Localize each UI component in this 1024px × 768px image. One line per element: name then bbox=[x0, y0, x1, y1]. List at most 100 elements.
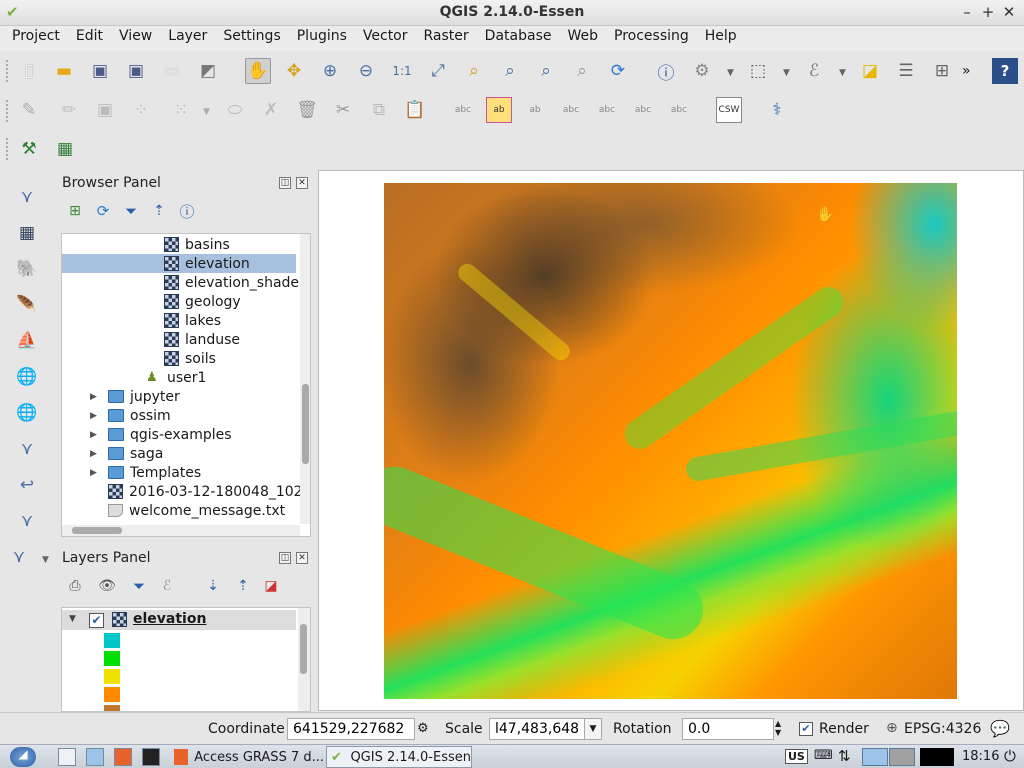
browser-item[interactable]: geology bbox=[164, 292, 241, 311]
remove-layer-icon[interactable]: ◪ bbox=[258, 573, 284, 599]
elevation-raster[interactable] bbox=[384, 183, 957, 699]
node-tool-icon[interactable]: ⬭ bbox=[222, 97, 248, 123]
add-feature-icon[interactable]: ⁘ bbox=[128, 97, 154, 123]
pan-to-selection-icon[interactable]: ✥ bbox=[281, 58, 307, 84]
add-raster-layer-icon[interactable]: ▦ bbox=[14, 220, 40, 246]
keyboard-layout[interactable]: US bbox=[785, 749, 808, 764]
browser-item[interactable]: basins bbox=[164, 235, 230, 254]
browser-item[interactable]: elevation_shade bbox=[164, 273, 299, 292]
chevron-down-icon[interactable]: ▼ bbox=[584, 718, 602, 740]
network-icon[interactable]: ⇅ bbox=[838, 747, 851, 765]
rotation-stepper[interactable]: ▲ ▼ bbox=[775, 719, 781, 737]
zoom-next-icon[interactable]: ⌕ bbox=[569, 58, 595, 84]
select-by-expression-icon[interactable]: ℰ bbox=[801, 58, 827, 84]
change-label-icon[interactable]: abc bbox=[666, 97, 692, 123]
pan-map-icon[interactable]: ✋ bbox=[245, 58, 271, 84]
filter-browser-icon[interactable]: ⏷ bbox=[118, 198, 144, 224]
start-menu-icon[interactable]: ◢ bbox=[10, 747, 36, 767]
new-project-icon[interactable]: ▯ bbox=[16, 58, 42, 84]
menu-processing[interactable]: Processing bbox=[606, 26, 697, 50]
chevron-down-icon[interactable]: ▼ bbox=[727, 68, 734, 78]
menu-view[interactable]: View bbox=[111, 26, 160, 50]
browser-item[interactable]: welcome_message.txt bbox=[90, 501, 285, 520]
task-access-grass[interactable]: Access GRASS 7 d... bbox=[170, 746, 324, 768]
task-qgis[interactable]: ✔ QGIS 2.14.0-Essen bbox=[326, 746, 472, 768]
python-console-icon[interactable]: ⚕ bbox=[764, 97, 790, 123]
zoom-native-icon[interactable]: 1:1 bbox=[389, 58, 415, 84]
menu-settings[interactable]: Settings bbox=[215, 26, 288, 50]
new-layer-icon[interactable]: ⋎ bbox=[6, 544, 32, 570]
filter-legend-icon[interactable]: ⏷ bbox=[126, 573, 152, 599]
layers-scrollbar[interactable] bbox=[298, 608, 310, 711]
expand-arrow-icon[interactable]: ▶ bbox=[90, 430, 100, 440]
crs-globe-icon[interactable]: ⊕ bbox=[886, 720, 898, 736]
zoom-full-icon[interactable]: ⤢ bbox=[425, 58, 451, 84]
run-feature-action-icon[interactable]: ⚙ bbox=[689, 58, 715, 84]
refresh-icon[interactable]: ⟳ bbox=[605, 58, 631, 84]
maximize-button[interactable]: + bbox=[979, 3, 997, 21]
show-hide-labels-icon[interactable]: abc bbox=[558, 97, 584, 123]
toolbar-overflow[interactable]: » bbox=[962, 63, 971, 79]
browser-item[interactable]: ▶ saga bbox=[90, 444, 163, 463]
browser-item[interactable]: soils bbox=[164, 349, 216, 368]
toggle-editing-icon[interactable]: ✏ bbox=[56, 97, 82, 123]
browser-item[interactable]: ▶ Templates bbox=[90, 463, 201, 482]
open-project-icon[interactable]: ▬ bbox=[51, 58, 77, 84]
browser-item[interactable]: ▶ jupyter bbox=[90, 387, 180, 406]
chevron-down-icon[interactable]: ▼ bbox=[839, 68, 846, 78]
layers-scroll-thumb[interactable] bbox=[300, 624, 307, 674]
label-toolbar-icon[interactable]: abc bbox=[450, 97, 476, 123]
browser-item[interactable]: landuse bbox=[164, 330, 240, 349]
add-mssql-layer-icon[interactable]: ⛵ bbox=[14, 328, 40, 354]
add-grass-layer-icon[interactable]: ↩ bbox=[14, 472, 40, 498]
workspace-2[interactable] bbox=[889, 748, 915, 766]
workspace-1[interactable] bbox=[862, 748, 888, 766]
toggle-extents-icon[interactable]: ⚙ bbox=[417, 721, 429, 736]
close-panel-icon[interactable]: ✕ bbox=[296, 177, 308, 189]
chevron-down-icon[interactable]: ▼ bbox=[42, 555, 49, 565]
terminal-icon[interactable] bbox=[142, 748, 160, 766]
paste-features-icon[interactable]: 📋 bbox=[402, 97, 428, 123]
scale-field[interactable] bbox=[489, 718, 585, 740]
float-panel-icon[interactable]: ◫ bbox=[279, 177, 291, 189]
select-features-icon[interactable]: ⬚ bbox=[745, 58, 771, 84]
add-wms-layer-icon[interactable]: 🌐 bbox=[14, 364, 40, 390]
add-selected-layers-icon[interactable]: ⊞ bbox=[62, 198, 88, 224]
chevron-down-icon[interactable]: ▼ bbox=[203, 107, 210, 117]
identify-features-icon[interactable]: ⓘ bbox=[653, 58, 679, 84]
render-checkbox[interactable]: ✔ bbox=[799, 722, 813, 736]
menu-raster[interactable]: Raster bbox=[416, 26, 477, 50]
browser-item[interactable]: ♟ user1 bbox=[146, 368, 206, 387]
zoom-to-selection-icon[interactable]: ⌕ bbox=[497, 58, 523, 84]
add-wfs-layer-icon[interactable]: 🌐 bbox=[14, 400, 40, 426]
browser-item[interactable]: lakes bbox=[164, 311, 221, 330]
browser-item[interactable]: 2016-03-12-180048_1024 bbox=[90, 482, 310, 501]
properties-icon[interactable]: ⓘ bbox=[174, 198, 200, 224]
keyboard-icon[interactable]: ⌨ bbox=[814, 748, 833, 763]
current-edits-icon[interactable]: ✎ bbox=[16, 97, 42, 123]
chevron-down-icon[interactable]: ▼ bbox=[783, 68, 790, 78]
browser-item[interactable]: ▶ qgis-examples bbox=[90, 425, 232, 444]
menu-help[interactable]: Help bbox=[697, 26, 745, 50]
new-print-composer-icon[interactable]: ▭ bbox=[159, 58, 185, 84]
grass-region-icon[interactable]: ▦ bbox=[52, 136, 78, 162]
menu-database[interactable]: Database bbox=[477, 26, 560, 50]
menu-edit[interactable]: Edit bbox=[68, 26, 111, 50]
expand-arrow-icon[interactable]: ▶ bbox=[90, 468, 100, 478]
filter-by-expression-icon[interactable]: ℰ bbox=[154, 573, 180, 599]
menu-layer[interactable]: Layer bbox=[160, 26, 215, 50]
cut-features-icon[interactable]: ✂ bbox=[330, 97, 356, 123]
rotate-label-icon[interactable]: abc bbox=[630, 97, 656, 123]
expand-arrow-icon[interactable]: ▶ bbox=[90, 449, 100, 459]
crs-label[interactable]: EPSG:4326 bbox=[904, 721, 981, 737]
add-spatialite-layer-icon[interactable]: 🪶 bbox=[14, 292, 40, 318]
zoom-last-icon[interactable]: ⌕ bbox=[533, 58, 559, 84]
layer-labeling-icon[interactable]: ab bbox=[486, 97, 512, 123]
csw-icon[interactable]: CSW bbox=[716, 97, 742, 123]
browser-scrollbar[interactable] bbox=[300, 234, 310, 524]
zoom-in-icon[interactable]: ⊕ bbox=[317, 58, 343, 84]
new-shapefile-icon[interactable]: ⋎ bbox=[14, 508, 40, 534]
attribute-table-icon[interactable]: ☰ bbox=[893, 58, 919, 84]
zoom-to-layer-icon[interactable]: ⌕ bbox=[461, 58, 487, 84]
add-delimited-text-icon[interactable]: ⋎ bbox=[14, 436, 40, 462]
